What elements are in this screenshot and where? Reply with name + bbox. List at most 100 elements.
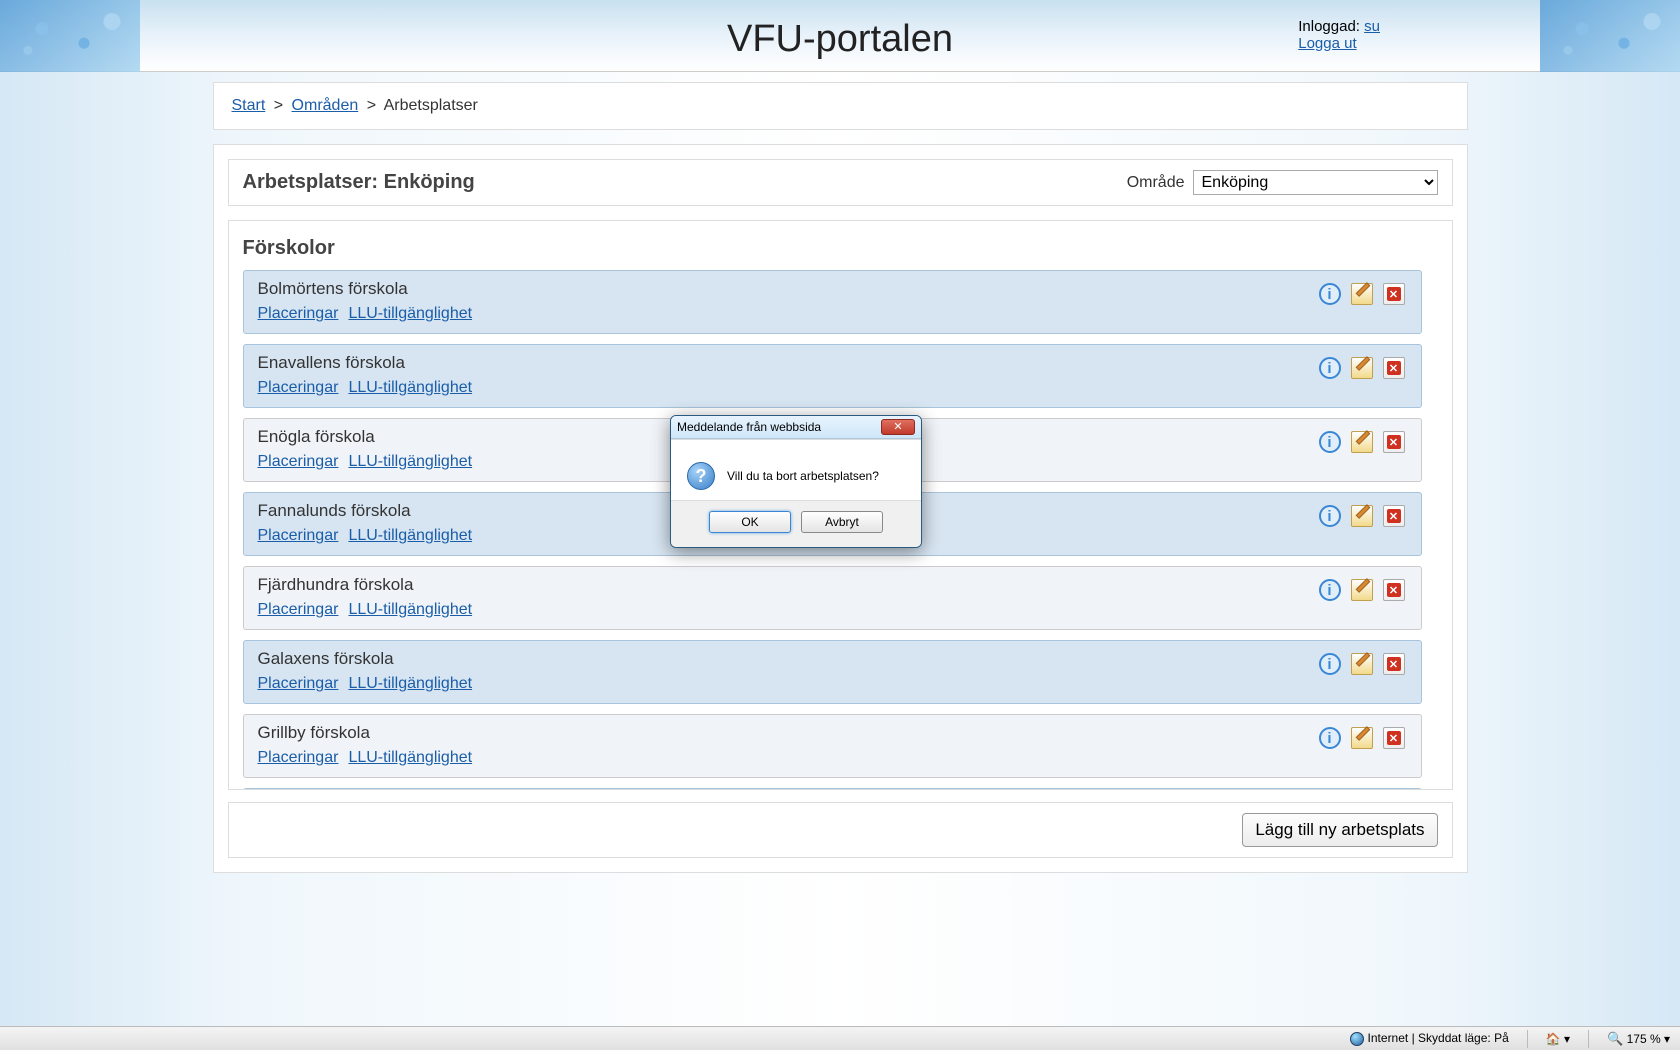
info-button[interactable]: i [1317,651,1343,677]
logout-link[interactable]: Logga ut [1298,35,1356,52]
edit-button[interactable] [1349,429,1375,455]
workplace-row: Galaxens förskola Placeringar LLU-tillgäng… [243,640,1422,704]
delete-button[interactable]: ✕ [1381,429,1407,455]
workplace-row: Bolmörtens förskola Placeringar LLU-tillgä… [243,270,1422,334]
edit-icon [1351,505,1373,527]
edit-button[interactable] [1349,281,1375,307]
placements-link[interactable]: Placeringar [258,601,339,618]
breadcrumb-areas[interactable]: Områden [292,97,359,114]
header-decor-left [0,0,140,72]
user-link[interactable]: su [1364,18,1380,35]
dialog-cancel-button[interactable]: Avbryt [801,511,883,533]
info-icon: i [1319,653,1341,675]
edit-button[interactable] [1349,355,1375,381]
llu-availability-link[interactable]: LLU-tillgänglighet [348,305,472,322]
breadcrumb: Start > Områden > Arbetsplatser [213,82,1468,130]
workplace-row: Enavallens förskola Placeringar LLU-tillgä… [243,344,1422,408]
delete-button[interactable]: ✕ [1381,651,1407,677]
dialog-titlebar: Meddelande från webbsida ✕ [671,416,921,439]
area-selector: Område Enköping [1127,170,1438,195]
edit-icon [1351,579,1373,601]
delete-icon: ✕ [1383,283,1405,305]
edit-icon [1351,727,1373,749]
edit-button[interactable] [1349,503,1375,529]
delete-icon: ✕ [1383,431,1405,453]
workplace-name: Fannalunds förskola [258,501,483,521]
edit-button[interactable] [1349,651,1375,677]
placements-link[interactable]: Placeringar [258,305,339,322]
edit-icon [1351,431,1373,453]
zoom-icon: 🔍 [1607,1031,1623,1046]
info-button[interactable]: i [1317,577,1343,603]
breadcrumb-current: Arbetsplatser [384,97,478,114]
logged-in-label: Inloggad: [1298,18,1360,35]
header-decor-right [1540,0,1680,72]
statusbar-tools-icon[interactable]: 🏠 ▾ [1546,1032,1570,1046]
info-icon: i [1319,357,1341,379]
header-user-block: Inloggad: su Logga ut [1298,18,1380,52]
llu-availability-link[interactable]: LLU-tillgänglighet [348,379,472,396]
workplace-name: Galaxens förskola [258,649,483,669]
edit-button[interactable] [1349,725,1375,751]
delete-button[interactable]: ✕ [1381,577,1407,603]
zoom-level[interactable]: 🔍 175 % ▾ [1607,1031,1670,1047]
placements-link[interactable]: Placeringar [258,675,339,692]
workplace-name: Enavallens förskola [258,353,483,373]
footer-row: Lägg till ny arbetsplats [228,802,1453,858]
workplace-row: Grillby förskola Placeringar LLU-tillgängl… [243,714,1422,778]
placements-link[interactable]: Placeringar [258,749,339,766]
delete-button[interactable]: ✕ [1381,355,1407,381]
edit-icon [1351,653,1373,675]
delete-icon: ✕ [1383,579,1405,601]
confirm-dialog: Meddelande från webbsida ✕ ? Vill du ta … [670,415,922,548]
delete-button[interactable]: ✕ [1381,281,1407,307]
llu-availability-link[interactable]: LLU-tillgänglighet [348,601,472,618]
info-button[interactable]: i [1317,725,1343,751]
llu-availability-link[interactable]: LLU-tillgänglighet [348,453,472,470]
workplace-name: Grillby förskola [258,723,483,743]
section-heading: Förskolor [243,237,1422,260]
info-icon: i [1319,727,1341,749]
delete-icon: ✕ [1383,653,1405,675]
page-title: Arbetsplatser: Enköping [243,171,475,194]
info-button[interactable]: i [1317,429,1343,455]
workplace-name: Bolmörtens förskola [258,279,483,299]
info-icon: i [1319,505,1341,527]
area-label: Område [1127,174,1185,192]
info-icon: i [1319,579,1341,601]
info-button[interactable]: i [1317,281,1343,307]
info-icon: i [1319,283,1341,305]
dialog-message: Vill du ta bort arbetsplatsen? [727,469,879,483]
delete-button[interactable]: ✕ [1381,725,1407,751]
delete-icon: ✕ [1383,505,1405,527]
delete-button[interactable]: ✕ [1381,503,1407,529]
edit-icon [1351,283,1373,305]
placements-link[interactable]: Placeringar [258,527,339,544]
info-button[interactable]: i [1317,355,1343,381]
workplace-name: Enögla förskola [258,427,483,447]
area-dropdown[interactable]: Enköping [1193,170,1438,195]
placements-link[interactable]: Placeringar [258,379,339,396]
add-workplace-button[interactable]: Lägg till ny arbetsplats [1242,813,1437,847]
info-button[interactable]: i [1317,503,1343,529]
app-header: VFU-portalen Inloggad: su Logga ut [0,0,1680,72]
placements-link[interactable]: Placeringar [258,453,339,470]
edit-button[interactable] [1349,577,1375,603]
llu-availability-link[interactable]: LLU-tillgänglighet [348,749,472,766]
info-icon: i [1319,431,1341,453]
edit-icon [1351,357,1373,379]
statusbar: Internet | Skyddat läge: På 🏠 ▾ 🔍 175 % … [0,1026,1680,1050]
breadcrumb-start[interactable]: Start [232,97,266,114]
app-title: VFU-portalen [0,0,1680,61]
globe-icon [1350,1032,1364,1046]
title-row: Arbetsplatser: Enköping Område Enköping [228,159,1453,206]
delete-icon: ✕ [1383,727,1405,749]
dialog-close-button[interactable]: ✕ [881,419,915,435]
llu-availability-link[interactable]: LLU-tillgänglighet [348,527,472,544]
question-icon: ? [687,462,715,490]
dialog-title: Meddelande från webbsida [677,420,821,434]
workplace-row: Fjärdhundra förskolaPlaceringarLLU-tillg… [243,566,1422,630]
llu-availability-link[interactable]: LLU-tillgänglighet [348,675,472,692]
dialog-ok-button[interactable]: OK [709,511,791,533]
delete-icon: ✕ [1383,357,1405,379]
